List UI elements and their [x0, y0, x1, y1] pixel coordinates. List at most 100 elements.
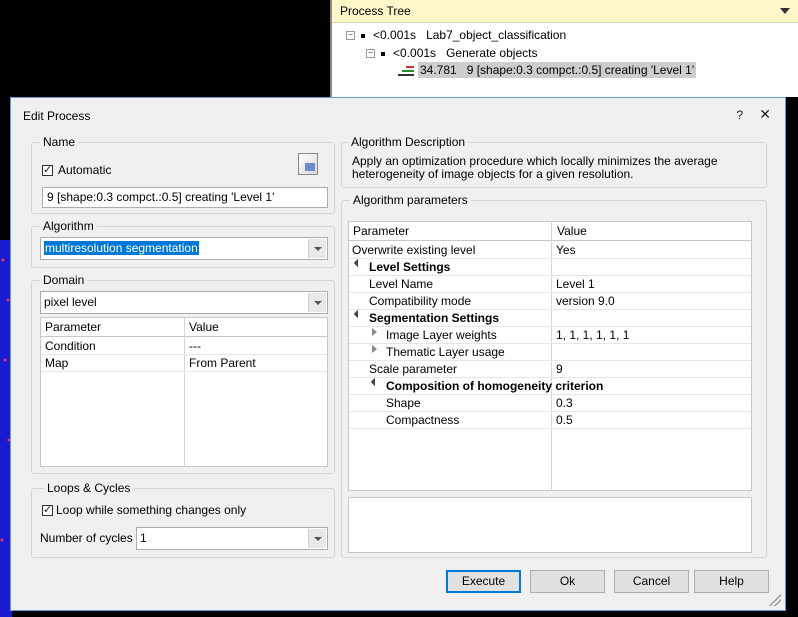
parameter-row[interactable]: Overwrite existing level Yes [349, 241, 751, 259]
chevron-down-icon[interactable] [308, 529, 326, 548]
algorithm-group: Algorithm multiresolution segmentation [31, 219, 335, 268]
cancel-button[interactable]: Cancel [614, 570, 689, 593]
process-tree-header: Process Tree [332, 0, 798, 23]
tree-item-label: 9 [shape:0.3 compct.:0.5] creating 'Leve… [466, 63, 695, 77]
help-button[interactable]: Help [694, 570, 769, 593]
domain-parameter-grid: Parameter Value Condition --- Map From P… [40, 317, 328, 467]
automatic-label: Automatic [58, 163, 112, 177]
process-bullet-icon [361, 33, 365, 38]
tree-item-segmentation[interactable]: 34.781 9 [shape:0.3 compct.:0.5] creatin… [398, 62, 697, 78]
parameter-name: Thematic Layer usage [386, 345, 505, 359]
row-value: From Parent [189, 356, 256, 370]
expanded-section-icon[interactable] [370, 377, 380, 387]
parameter-value: 1, 1, 1, 1, 1, 1 [556, 328, 630, 342]
cycles-value: 1 [140, 531, 147, 545]
parameter-row[interactable]: Shape 0.3 [349, 394, 751, 412]
parameter-name: Overwrite existing level [352, 243, 476, 257]
column-header-parameter: Parameter [353, 224, 410, 238]
loop-checkbox[interactable] [42, 503, 53, 516]
collapsed-section-icon[interactable] [372, 328, 377, 336]
domain-group: Domain pixel level Parameter Value Condi… [31, 273, 335, 474]
collapse-icon[interactable]: − [366, 49, 375, 59]
parameter-row[interactable]: Segmentation Settings [349, 309, 751, 327]
column-header-value: Value [189, 320, 219, 334]
parameter-value: 0.3 [556, 396, 573, 410]
algorithm-description-text: Apply an optimization procedure which lo… [352, 154, 718, 181]
parameter-name: Scale parameter [369, 362, 458, 376]
name-group: Name Automatic 9 [shape:0.3 compct.:0.5]… [31, 135, 335, 214]
algorithm-description-group: Algorithm Description Apply an optimizat… [341, 135, 767, 188]
chevron-down-icon[interactable] [308, 293, 326, 312]
parameter-row[interactable]: Level Settings [349, 258, 751, 276]
algorithm-selected-value: multiresolution segmentation [44, 241, 199, 255]
tree-item-label: Lab7_object_classification [426, 28, 567, 42]
domain-select[interactable]: pixel level [40, 291, 328, 314]
row-parameter: Map [45, 356, 69, 370]
process-tree-panel: Process Tree − <0.001s Lab7_object_classi… [330, 0, 798, 97]
parameter-description-box [348, 497, 752, 553]
collapsed-section-icon[interactable] [372, 345, 377, 353]
cycles-select[interactable]: 1 [136, 527, 328, 550]
table-row[interactable]: Condition --- [41, 337, 327, 355]
parameter-value: Level 1 [556, 277, 595, 291]
parameter-row[interactable]: Thematic Layer usage [349, 343, 751, 361]
parameter-name: Composition of homogeneity criterion [386, 379, 604, 393]
edit-name-icon[interactable] [298, 153, 318, 175]
column-header-value: Value [557, 224, 587, 238]
resize-grip-icon[interactable] [769, 594, 781, 606]
algorithm-description-label: Algorithm Description [348, 135, 469, 149]
parameter-name: Level Settings [369, 260, 451, 274]
parameter-value: version 9.0 [556, 294, 615, 308]
tree-item-generate-objects[interactable]: − <0.001s Generate objects [366, 46, 537, 60]
process-tree-title: Process Tree [340, 4, 411, 18]
parameter-row[interactable]: Scale parameter 9 [349, 360, 751, 378]
dialog-title: Edit Process [23, 109, 91, 123]
parameter-row[interactable]: Compactness 0.5 [349, 411, 751, 429]
table-row[interactable]: Map From Parent [41, 354, 327, 372]
ok-button[interactable]: Ok [530, 570, 605, 593]
close-icon[interactable]: ✕ [759, 106, 771, 123]
segmentation-process-icon [398, 65, 414, 76]
edit-process-dialog: Edit Process ? ✕ Name Automatic 9 [shape… [10, 97, 786, 611]
algorithm-parameter-grid: Parameter Value Overwrite existing level… [348, 221, 752, 491]
domain-selected-value: pixel level [44, 295, 97, 309]
process-name-input[interactable]: 9 [shape:0.3 compct.:0.5] creating 'Leve… [42, 187, 328, 208]
automatic-checkbox[interactable] [42, 163, 53, 176]
collapse-icon[interactable]: − [346, 31, 355, 41]
parameter-row[interactable]: Level Name Level 1 [349, 275, 751, 293]
loops-cycles-group-label: Loops & Cycles [44, 481, 134, 495]
parameter-row[interactable]: Image Layer weights 1, 1, 1, 1, 1, 1 [349, 326, 751, 344]
cycles-label: Number of cycles [40, 531, 133, 545]
help-icon[interactable]: ? [736, 108, 743, 122]
process-bullet-icon [381, 51, 385, 56]
parameter-name: Image Layer weights [386, 328, 497, 342]
expanded-section-icon[interactable] [353, 258, 363, 268]
tree-item-time: 34.781 [420, 63, 457, 77]
algorithm-group-label: Algorithm [40, 219, 97, 233]
parameter-name: Shape [386, 396, 421, 410]
loops-cycles-group: Loops & Cycles Loop while something chan… [31, 481, 335, 558]
parameter-row[interactable]: Compatibility mode version 9.0 [349, 292, 751, 310]
tree-item-time: <0.001s [393, 46, 437, 60]
execute-button[interactable]: Execute [446, 570, 521, 593]
tree-item-label: Generate objects [446, 46, 538, 60]
algorithm-select[interactable]: multiresolution segmentation [40, 237, 328, 260]
algorithm-parameters-label: Algorithm parameters [350, 193, 471, 207]
parameter-name: Segmentation Settings [369, 311, 500, 325]
parameter-value: Yes [556, 243, 576, 257]
chevron-down-icon[interactable] [308, 239, 326, 258]
algorithm-parameters-group: Algorithm parameters Parameter Value Ove… [341, 193, 767, 558]
tree-item-root[interactable]: − <0.001s Lab7_object_classification [346, 28, 566, 42]
panel-menu-chevron-down-icon[interactable] [780, 8, 790, 14]
name-group-label: Name [40, 135, 79, 149]
dialog-titlebar: Edit Process ? ✕ [11, 98, 785, 132]
row-value: --- [189, 339, 201, 353]
expanded-section-icon[interactable] [353, 309, 363, 319]
parameter-row[interactable]: Composition of homogeneity criterion [349, 377, 751, 395]
parameter-value: 9 [556, 362, 563, 376]
tree-item-time: <0.001s [373, 28, 417, 42]
parameter-name: Level Name [369, 277, 434, 291]
parameter-name: Compactness [386, 413, 460, 427]
grid-header: Parameter Value [349, 222, 751, 241]
parameter-name: Compatibility mode [369, 294, 472, 308]
